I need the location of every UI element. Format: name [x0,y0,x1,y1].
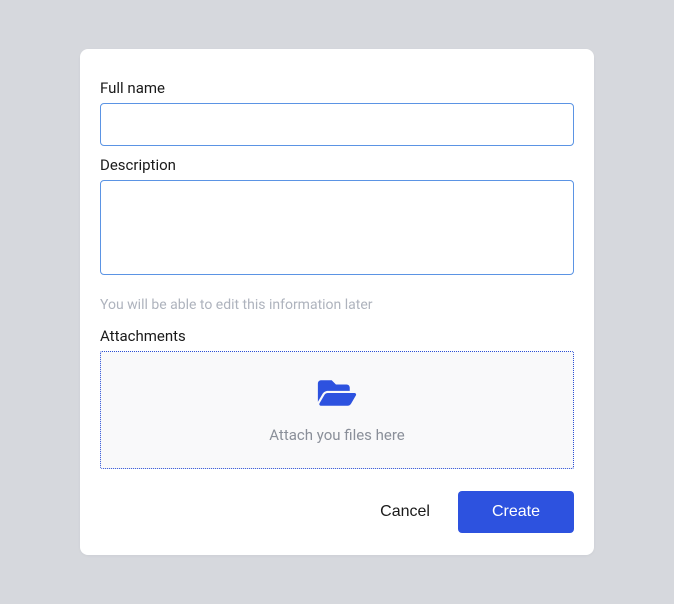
description-input[interactable] [100,180,574,275]
description-label: Description [100,156,574,174]
attachments-dropzone[interactable]: Attach you files here [100,351,574,469]
cancel-button[interactable]: Cancel [374,493,436,531]
dropzone-text: Attach you files here [269,426,405,444]
fullname-group: Full name [100,79,574,146]
edit-hint: You will be able to edit this informatio… [100,297,574,313]
attachments-group: Attachments Attach you files here [100,327,574,469]
fullname-label: Full name [100,79,574,97]
description-group: Description [100,156,574,279]
create-button[interactable]: Create [458,491,574,533]
form-card: Full name Description You will be able t… [80,49,594,555]
attachments-label: Attachments [100,327,574,345]
fullname-input[interactable] [100,103,574,146]
form-actions: Cancel Create [100,491,574,533]
folder-open-icon [315,376,359,414]
